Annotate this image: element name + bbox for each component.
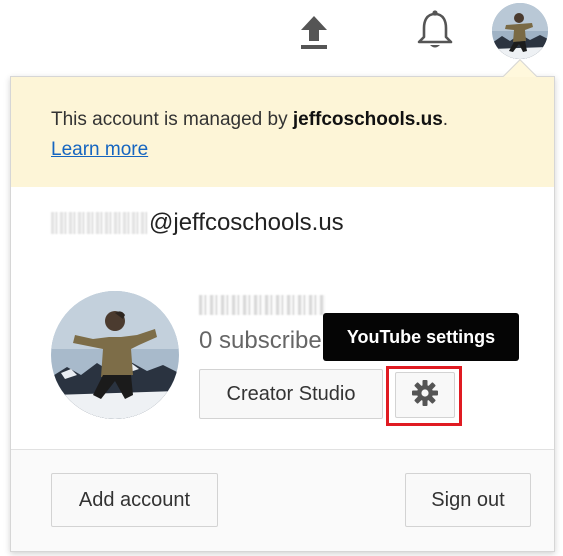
managed-domain: jeffcoschools.us xyxy=(292,109,443,130)
account-menu: This account is managed by jeffcoschools… xyxy=(10,76,555,552)
account-menu-footer: Add account Sign out xyxy=(11,450,554,551)
managed-account-notice: This account is managed by jeffcoschools… xyxy=(11,77,554,187)
top-bar xyxy=(0,0,563,72)
redacted-email-username xyxy=(51,212,147,234)
sign-out-button[interactable]: Sign out xyxy=(405,473,531,527)
email-domain: @jeffcoschools.us xyxy=(149,209,344,236)
managed-notice-text: This account is managed by jeffcoschools… xyxy=(51,109,448,131)
account-email: @jeffcoschools.us xyxy=(51,207,344,239)
subscriber-count: 0 subscribers xyxy=(199,327,329,354)
managed-suffix: . xyxy=(442,109,449,130)
settings-tooltip: YouTube settings xyxy=(323,313,519,361)
add-account-button[interactable]: Add account xyxy=(51,473,218,527)
account-avatar[interactable] xyxy=(492,3,548,59)
managed-prefix: This account is managed by xyxy=(51,109,293,130)
youtube-settings-button[interactable] xyxy=(395,372,455,418)
gear-icon xyxy=(411,379,439,412)
learn-more-link[interactable]: Learn more xyxy=(51,139,148,161)
channel-avatar xyxy=(51,291,179,419)
notifications-bell-icon[interactable] xyxy=(414,6,456,52)
redacted-channel-name xyxy=(199,295,325,315)
upload-icon[interactable] xyxy=(297,10,331,50)
creator-studio-button[interactable]: Creator Studio xyxy=(199,369,383,419)
